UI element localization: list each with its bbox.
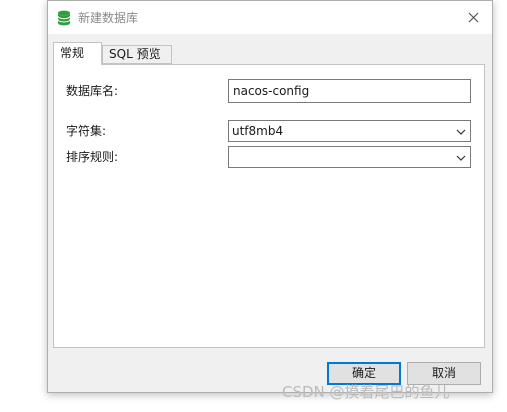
dialog-title: 新建数据库 [78, 11, 139, 25]
charset-label: 字符集: [66, 124, 107, 138]
title-bar: 新建数据库 [48, 1, 492, 34]
watermark: CSDN @摸着尾巴的鱼儿 [282, 383, 450, 401]
close-icon[interactable] [465, 9, 482, 26]
charset-value: utf8mb4 [232, 124, 284, 138]
chevron-down-icon [456, 126, 466, 136]
tab-general[interactable]: 常规 [53, 42, 102, 65]
ok-button[interactable]: 确定 [327, 362, 401, 385]
chevron-down-icon [456, 152, 466, 162]
db-name-input[interactable] [228, 79, 471, 103]
general-panel: 数据库名: 字符集: utf8mb4 排序规则: [53, 64, 485, 348]
cancel-button[interactable]: 取消 [407, 362, 481, 385]
database-icon [57, 10, 71, 26]
tab-sql-preview[interactable]: SQL 预览 [102, 45, 172, 64]
charset-select[interactable]: utf8mb4 [228, 120, 471, 142]
collation-select[interactable] [228, 146, 471, 168]
db-name-label: 数据库名: [66, 84, 119, 98]
collation-label: 排序规则: [66, 150, 119, 164]
new-database-dialog: 新建数据库 常规 SQL 预览 数据库名: 字符集: utf8mb4 排序规则: [47, 0, 493, 393]
